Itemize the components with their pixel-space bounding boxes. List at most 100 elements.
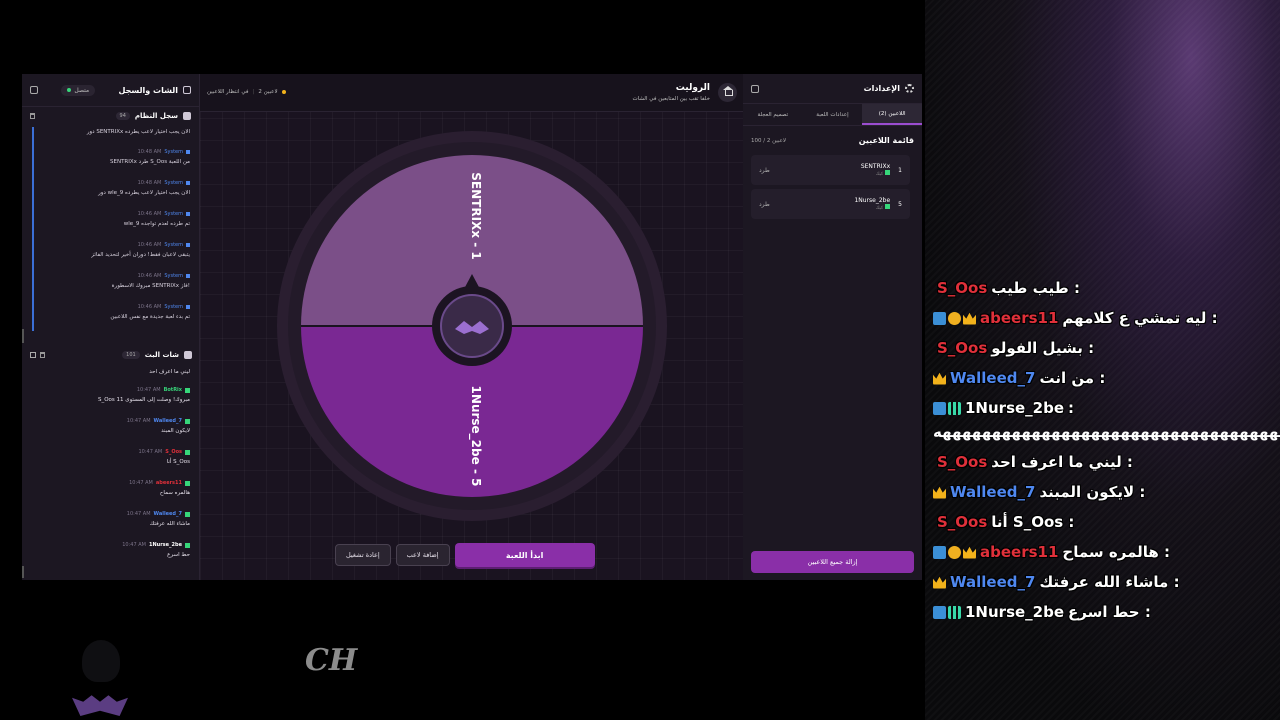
system-log-text: تم بدء لعبة جديدة مع نفس اللاعبين (110, 314, 190, 320)
tab-game-settings[interactable]: إعدادات اللعبة (803, 104, 863, 125)
system-log-time: 10:46 AM (137, 211, 162, 217)
home-icon (723, 85, 733, 97)
platform-badge-icon (885, 170, 891, 175)
kick-player-button[interactable]: طرد (759, 201, 770, 208)
chat-username[interactable]: Walleed_7 (154, 418, 182, 424)
restart-button[interactable]: إعادة تشغيل (335, 544, 391, 566)
connection-status-label: متصل (74, 86, 90, 94)
chat-icon (184, 351, 192, 359)
user-badges (933, 605, 961, 619)
start-game-button[interactable]: ابدأ اللعبة (454, 543, 595, 567)
system-log-title: سجل النظام (134, 112, 178, 120)
players-list-header: 100 / 2 لاعبين قائمة اللاعبين (743, 126, 922, 151)
chat-username[interactable]: 1Nurse_2be (149, 542, 182, 548)
chat-log-header: متصل الشات والسجل (22, 74, 199, 107)
hub-logo-icon (440, 294, 504, 358)
kick-player-button[interactable]: طرد (759, 167, 770, 174)
stream-chat-count: 101 (122, 351, 140, 359)
settings-title: الإعدادات (864, 84, 914, 93)
clear-chat-icon[interactable] (40, 352, 45, 358)
overlay-username: 1Nurse_2be (965, 399, 1065, 417)
system-log-sender: System (164, 211, 183, 217)
overlay-username: 1Nurse_2be (965, 603, 1065, 621)
stream-chat-list[interactable]: ليني ما اعرف احد 10:47 AM BotRix S_Oos مبر… (22, 366, 200, 576)
players-list: طرد SENTRIXx كيك 1 طرد 1Nurse_2be كيك 5 (743, 155, 922, 219)
user-badges (933, 401, 961, 415)
chat-message-text: هالمره سماح (159, 490, 190, 496)
system-log-item: 10:46 AM System تم بدء لعبة جديدة مع نفس ا… (32, 300, 196, 331)
system-log-meta: 10:46 AM System (40, 211, 190, 217)
chat-message-meta: 10:47 AM abeers11 (30, 480, 190, 486)
system-log-text: wle_9 تم طرده لعدم تواجده (123, 221, 190, 227)
system-log-meta: 10:48 AM System (40, 180, 190, 186)
system-log-meta: 10:48 AM System (40, 149, 190, 155)
chat-username[interactable]: Walleed_7 (154, 511, 182, 517)
overlay-message: ليني ما اعرف احد : (991, 453, 1133, 471)
add-player-button[interactable]: إضافة لاعب (395, 544, 450, 566)
system-log-text: يتبقى لاعبان فقط! دوران أخير لتحديد الفا… (91, 252, 190, 258)
system-log-meta: 10:46 AM System (40, 242, 190, 248)
player-row: طرد SENTRIXx كيك 1 (751, 155, 910, 185)
player-platform: كيك (770, 204, 891, 211)
chat-log-panel: متصل الشات والسجل 94 سجل النظام دور SENT… (22, 74, 200, 580)
system-log-time: 10:48 AM (137, 149, 162, 155)
system-log-time: 10:46 AM (137, 304, 162, 310)
overlay-chat-line: S_Oos طيب طيب : (933, 273, 1280, 303)
players-list-title: قائمة اللاعبين (858, 136, 914, 145)
overlay-chat-line: Walleed_7 ماشاء الله عرفتك : (933, 567, 1280, 597)
chat-message: ليني ما اعرف احد (22, 366, 200, 384)
chat-message-meta: 10:47 AM BotRix (30, 387, 190, 393)
system-log-sender: System (164, 242, 183, 248)
system-log-header: 94 سجل النظام (22, 107, 199, 125)
bars-badge-icon (948, 605, 961, 619)
system-icon (186, 150, 190, 154)
chat-message-time: 10:47 AM (129, 480, 153, 486)
system-log-list[interactable]: دور SENTRIXx الان يجب اختيار لاعب يطرده … (22, 127, 200, 342)
system-log-text: مبروك الاسطورة SENTRIXx فاز! (111, 283, 190, 289)
system-log-meta: 10:46 AM System (40, 304, 190, 310)
num-badge-icon (948, 545, 961, 559)
player-platform-label: كيك (875, 206, 884, 211)
system-log-meta: 10:46 AM System (40, 273, 190, 279)
clear-log-icon[interactable] (30, 113, 35, 119)
overlay-username: Walleed_7 (950, 483, 1036, 501)
list-icon[interactable] (30, 352, 36, 358)
chat-username[interactable]: S_Oos (165, 449, 182, 455)
system-log-sender: System (164, 273, 183, 279)
user-badges (933, 576, 946, 589)
system-log-item: 10:46 AM System يتبقى لاعبان فقط! دوران أخ… (32, 238, 196, 269)
tab-players[interactable]: اللاعبين (2) (862, 104, 923, 125)
collapse-settings-icon[interactable] (751, 84, 759, 93)
collapse-panel-icon[interactable] (30, 86, 38, 94)
arrow-badge-icon (933, 401, 946, 415)
crown-badge-icon (933, 372, 946, 385)
platform-badge-icon (185, 511, 190, 517)
settings-header: الإعدادات (743, 74, 922, 104)
player-row: طرد 1Nurse_2be كيك 5 (751, 189, 910, 219)
chat-username[interactable]: BotRix (164, 387, 182, 393)
user-badges (933, 545, 976, 559)
wheel-segment-1-label: SENTRIXx - 1 (469, 172, 483, 259)
roulette-wheel[interactable]: SENTRIXx - 1 1Nurse_2be - 5 (277, 131, 667, 521)
platform-badge-icon (185, 387, 190, 393)
platform-badge-icon (185, 418, 190, 424)
overlay-username: S_Oos (937, 279, 988, 297)
overlay-message: أنا S_Oos : (991, 513, 1075, 531)
chat-message-text: حط اسرع (167, 552, 190, 558)
chat-message-time: 10:47 AM (138, 449, 163, 455)
system-log-sender: System (164, 180, 183, 186)
mascot-logo-icon (82, 640, 120, 682)
log-icon (183, 112, 191, 120)
player-number: 5 (898, 200, 902, 208)
bars-badge-icon (948, 401, 961, 415)
system-log-scrollbar[interactable] (22, 329, 24, 343)
overlay-message: : (1068, 399, 1075, 417)
platform-badge-icon (185, 480, 190, 486)
tab-wheel-design[interactable]: تصميم العجلة (743, 104, 803, 125)
chat-scrollbar[interactable] (22, 566, 24, 578)
home-button[interactable] (718, 83, 737, 102)
remove-all-players-button[interactable]: إزالة جميع اللاعبين (751, 551, 914, 573)
chat-username[interactable]: abeers11 (156, 480, 182, 486)
system-log-sender: System (164, 149, 183, 155)
system-log-item: 10:48 AM System SENTRIXx طرد S_Oos من اللع… (32, 145, 196, 176)
